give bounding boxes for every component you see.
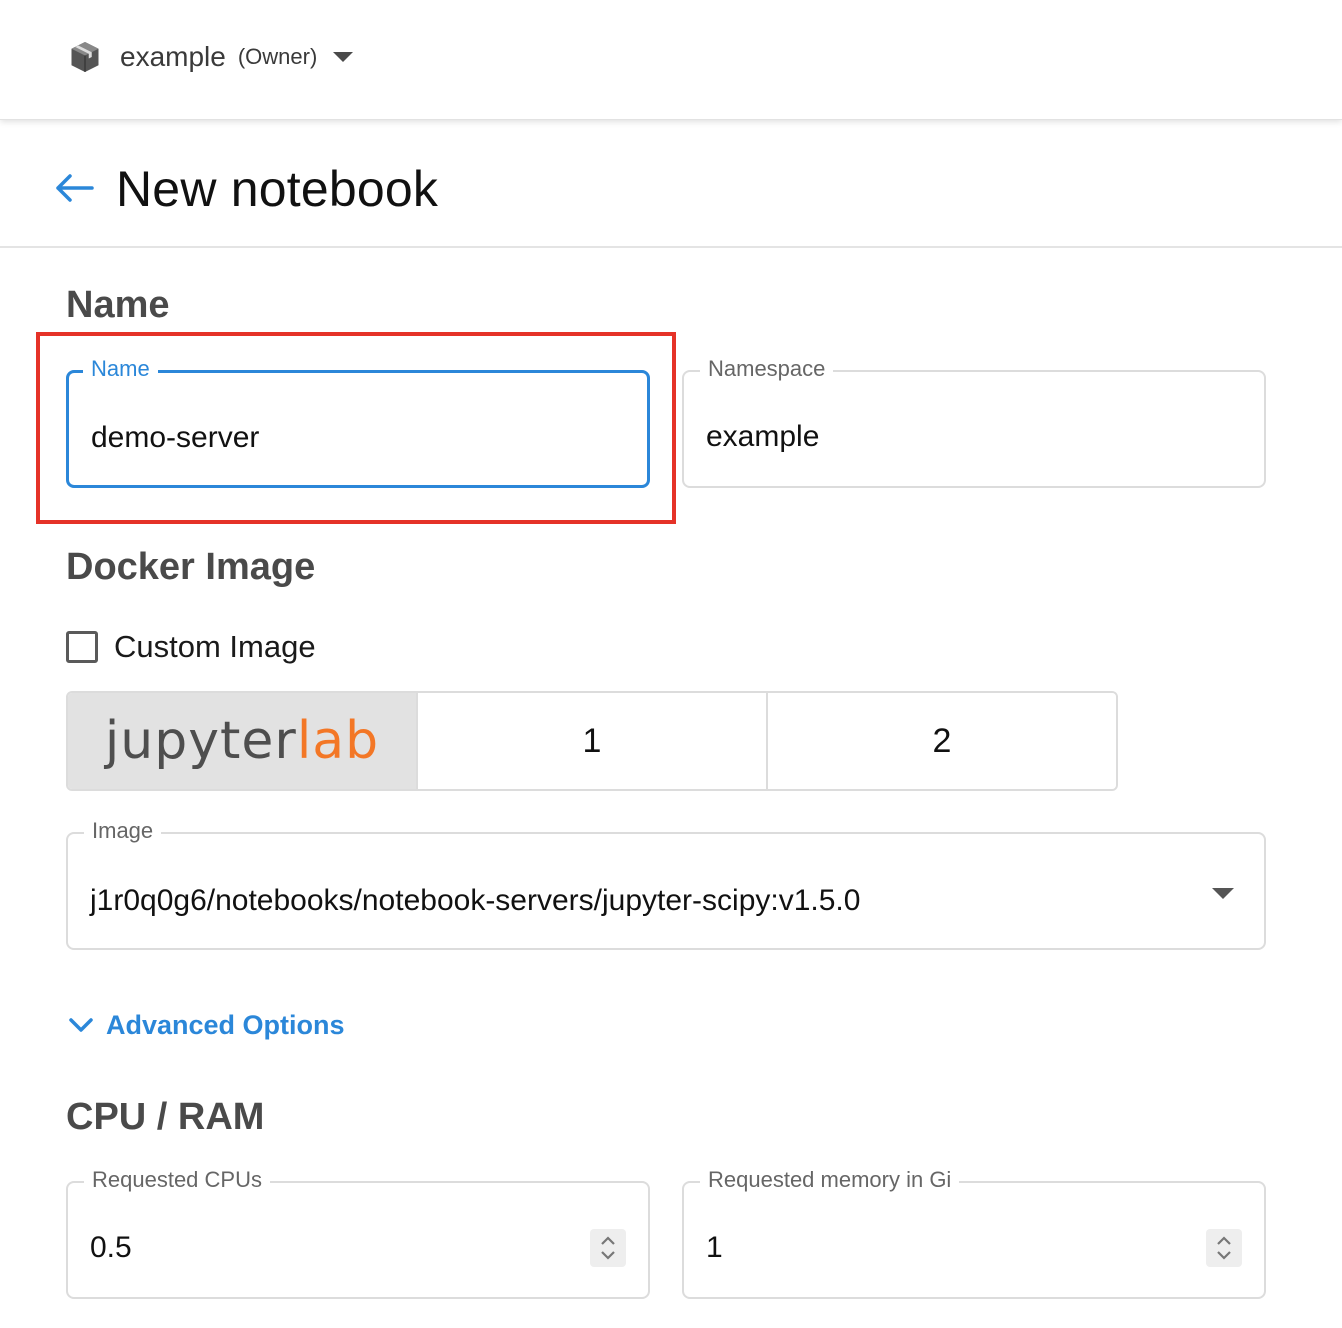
server-type-toggle-group: jupyterlab 1 2 [66,691,1118,791]
package-icon [66,38,104,76]
memory-field[interactable]: Requested memory in Gi 1 [682,1166,1266,1299]
cpu-input[interactable]: 0.5 [90,1231,132,1265]
back-button[interactable] [50,168,98,208]
namespace-name: example [120,41,226,72]
image-select-value: j1r0q0g6/notebooks/notebook-servers/jupy… [90,884,861,917]
name-field[interactable]: Name demo-server [66,355,650,488]
toggle-jupyterlab[interactable]: jupyterlab [68,693,416,789]
toggle-option-1[interactable]: 1 [416,693,766,789]
dropdown-arrow-icon[interactable] [1212,888,1234,899]
name-field-label: Name [83,355,158,383]
namespace-input[interactable]: example [706,420,819,454]
stepper-arrows-icon [601,1236,615,1260]
section-title-docker-image: Docker Image [66,546,316,588]
memory-stepper[interactable] [1206,1229,1242,1267]
image-field-label: Image [84,817,162,845]
cpu-stepper[interactable] [590,1229,626,1267]
namespace-role: (Owner) [237,44,318,69]
advanced-options-label: Advanced Options [106,1009,345,1040]
name-input[interactable]: demo-server [91,421,259,455]
title-bar: New notebook [0,122,1342,248]
memory-input[interactable]: 1 [706,1231,723,1265]
checkbox-icon[interactable] [66,631,98,663]
section-title-cpu-ram: CPU / RAM [66,1096,265,1138]
section-title-name: Name [66,284,170,326]
caret-down-icon[interactable] [333,52,354,62]
toggle-option-2[interactable]: 2 [766,693,1116,789]
memory-field-label: Requested memory in Gi [700,1166,960,1194]
top-bar: example (Owner) [0,0,1342,120]
advanced-options-toggle[interactable]: Advanced Options [66,1005,345,1045]
jupyterlab-logo: jupyterlab [104,711,380,771]
image-select[interactable]: Image j1r0q0g6/notebooks/notebook-server… [66,817,1266,950]
cpu-field-label: Requested CPUs [84,1166,270,1194]
custom-image-label: Custom Image [114,629,316,664]
namespace-field[interactable]: Namespace example [682,355,1266,488]
namespace-selector[interactable]: example (Owner) [66,36,354,78]
custom-image-checkbox[interactable]: Custom Image [66,626,316,668]
chevron-down-icon [69,1018,93,1032]
arrow-left-icon [56,174,94,202]
cpu-field[interactable]: Requested CPUs 0.5 [66,1166,650,1299]
namespace-field-label: Namespace [700,355,834,383]
stepper-arrows-icon [1217,1236,1231,1260]
page-title: New notebook [116,161,439,217]
